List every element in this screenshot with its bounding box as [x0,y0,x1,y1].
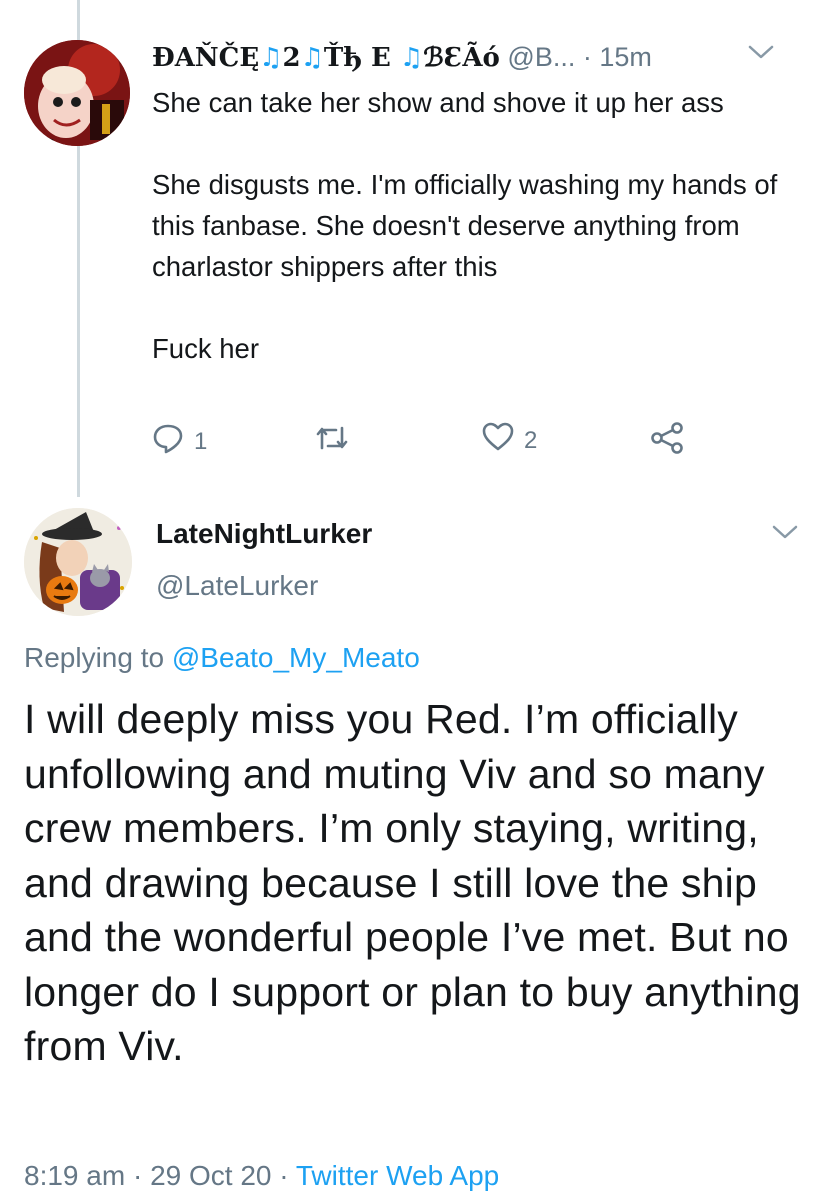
display-name[interactable]: ĐAŇČĘ♫2♫Ťђ E ♫ℬƐÃó [152,43,500,73]
tweet-time[interactable]: 8:19 am [24,1160,125,1191]
replying-to: Replying to @Beato_My_Meato [24,642,420,673]
handle[interactable]: @B... [507,42,575,72]
avatar[interactable] [24,40,130,146]
avatar[interactable] [24,508,132,616]
like-count: 2 [524,426,538,454]
tweet-actions: 1 2 [152,422,712,462]
reply-button[interactable]: 1 [152,422,207,461]
like-button[interactable]: 2 [482,422,537,459]
display-name[interactable]: LateNightLurker [156,518,372,550]
retweet-icon [314,422,350,461]
replying-to-handle-link[interactable]: @Beato_My_Meato [172,642,420,673]
tweet-text: She can take her show and shove it up he… [152,82,782,369]
chevron-down-icon[interactable] [772,524,798,545]
share-button[interactable] [650,422,684,461]
tweet-parent[interactable]: ĐAŇČĘ♫2♫Ťђ E ♫ℬƐÃó @B... · 15m She can t… [0,0,818,497]
retweet-button[interactable] [314,422,350,461]
tweet-paragraph: She disgusts me. I'm officially washing … [152,169,778,282]
tweet-date[interactable]: 29 Oct 20 [150,1160,271,1191]
tweet-paragraph: Fuck her [152,333,259,364]
tweet-paragraph: She can take her show and shove it up he… [152,87,724,118]
reply-count: 1 [194,427,208,455]
handle[interactable]: @LateLurker [156,570,318,602]
timestamp[interactable]: · 15m [583,42,652,72]
share-icon [650,422,684,461]
reply-icon [152,422,184,461]
tweet-header: ĐAŇČĘ♫2♫Ťђ E ♫ℬƐÃó @B... · 15m [152,42,652,73]
like-icon [482,422,514,459]
tweet-meta: 8:19 am · 29 Oct 20 · Twitter Web App [24,1160,500,1191]
chevron-down-icon[interactable] [748,44,774,65]
tweet-text: I will deeply miss you Red. I’m official… [24,696,801,1069]
source-link[interactable]: Twitter Web App [296,1160,499,1191]
